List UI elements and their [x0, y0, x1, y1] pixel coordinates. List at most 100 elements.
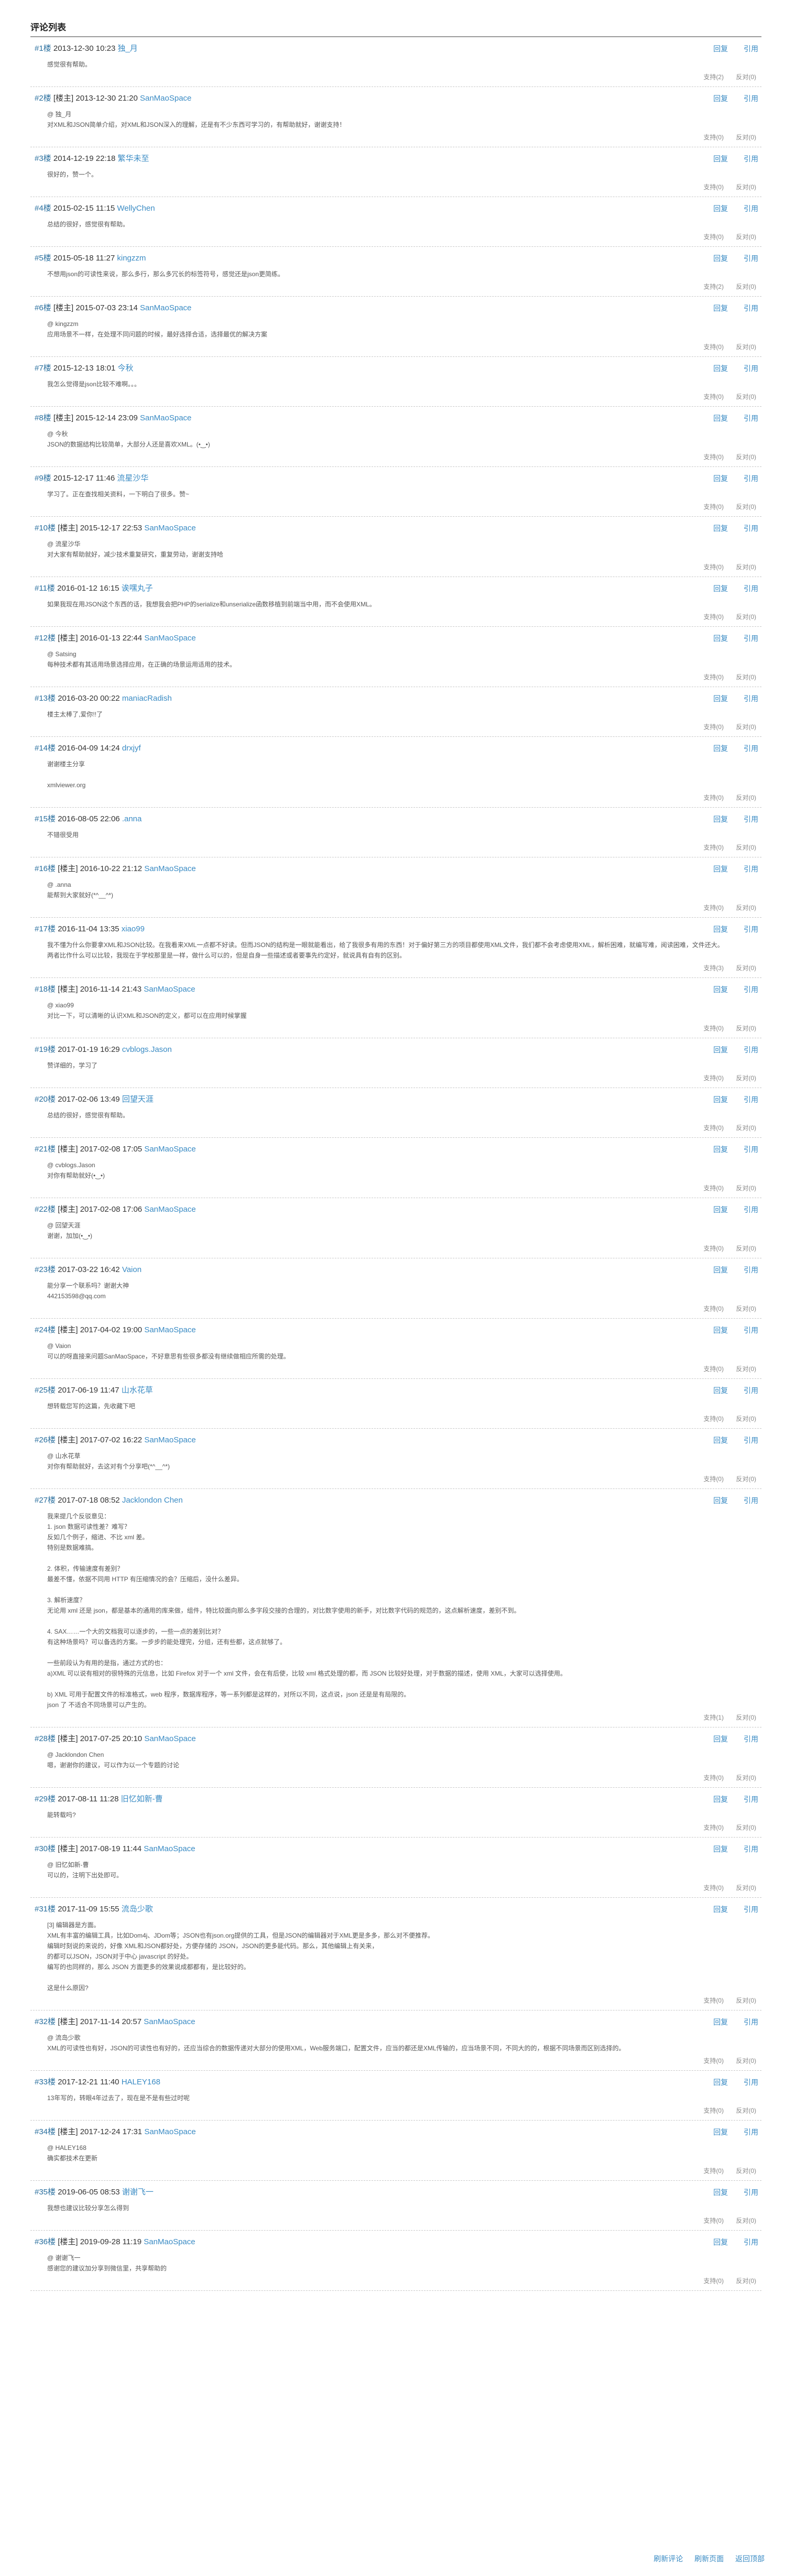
- support-button[interactable]: 支持(0): [703, 673, 724, 681]
- oppose-button[interactable]: 反对(0): [736, 613, 756, 621]
- oppose-button[interactable]: 反对(0): [736, 453, 756, 461]
- oppose-button[interactable]: 反对(0): [736, 2277, 756, 2285]
- oppose-button[interactable]: 反对(0): [736, 503, 756, 510]
- reply-button[interactable]: 回复: [713, 2018, 728, 2026]
- comment-author-link[interactable]: 繁华未至: [117, 154, 149, 163]
- quote-button[interactable]: 引用: [744, 304, 758, 312]
- comment-floor-link[interactable]: #4楼: [35, 204, 51, 213]
- comment-author-link[interactable]: SanMaoSpace: [144, 2127, 195, 2136]
- support-button[interactable]: 支持(0): [703, 1074, 724, 1082]
- quote-button[interactable]: 引用: [744, 1266, 758, 1274]
- comment-floor-link[interactable]: #18楼: [35, 985, 56, 994]
- quote-button[interactable]: 引用: [744, 985, 758, 994]
- oppose-button[interactable]: 反对(0): [736, 1245, 756, 1252]
- oppose-button[interactable]: 反对(0): [736, 2167, 756, 2175]
- support-button[interactable]: 支持(0): [703, 1475, 724, 1483]
- comment-floor-link[interactable]: #34楼: [35, 2127, 56, 2136]
- support-button[interactable]: 支持(0): [703, 2107, 724, 2114]
- oppose-button[interactable]: 反对(0): [736, 134, 756, 141]
- support-button[interactable]: 支持(0): [703, 453, 724, 461]
- comment-author-link[interactable]: SanMaoSpace: [144, 524, 195, 532]
- support-button[interactable]: 支持(0): [703, 563, 724, 571]
- comment-floor-link[interactable]: #24楼: [35, 1325, 56, 1334]
- reply-button[interactable]: 回复: [713, 94, 728, 103]
- comment-floor-link[interactable]: #1楼: [35, 44, 51, 53]
- quote-button[interactable]: 引用: [744, 524, 758, 532]
- oppose-button[interactable]: 反对(0): [736, 1475, 756, 1483]
- support-button[interactable]: 支持(0): [703, 2167, 724, 2175]
- quote-button[interactable]: 引用: [744, 1386, 758, 1395]
- oppose-button[interactable]: 反对(0): [736, 794, 756, 801]
- oppose-button[interactable]: 反对(0): [736, 283, 756, 290]
- support-button[interactable]: 支持(0): [703, 503, 724, 510]
- oppose-button[interactable]: 反对(0): [736, 2057, 756, 2064]
- comment-author-link[interactable]: .anna: [122, 814, 142, 823]
- comment-floor-link[interactable]: #2楼: [35, 94, 51, 103]
- comment-author-link[interactable]: SanMaoSpace: [144, 1436, 195, 1444]
- comment-floor-link[interactable]: #5楼: [35, 254, 51, 263]
- comment-author-link[interactable]: SanMaoSpace: [144, 634, 195, 643]
- comment-author-link[interactable]: Jacklondon Chen: [122, 1496, 183, 1505]
- comment-floor-link[interactable]: #19楼: [35, 1045, 56, 1054]
- quote-button[interactable]: 引用: [744, 1845, 758, 1853]
- reply-button[interactable]: 回复: [713, 1845, 728, 1853]
- quote-button[interactable]: 引用: [744, 634, 758, 643]
- comment-floor-link[interactable]: #31楼: [35, 1905, 56, 1914]
- quote-button[interactable]: 引用: [744, 474, 758, 483]
- oppose-button[interactable]: 反对(0): [736, 1714, 756, 1721]
- quote-button[interactable]: 引用: [744, 584, 758, 593]
- support-button[interactable]: 支持(0): [703, 2057, 724, 2064]
- support-button[interactable]: 支持(0): [703, 723, 724, 731]
- quote-button[interactable]: 引用: [744, 2018, 758, 2026]
- comment-floor-link[interactable]: #20楼: [35, 1095, 56, 1104]
- comment-author-link[interactable]: SanMaoSpace: [144, 2017, 195, 2026]
- oppose-button[interactable]: 反对(0): [736, 673, 756, 681]
- comment-author-link[interactable]: 回望天涯: [122, 1095, 154, 1104]
- oppose-button[interactable]: 反对(0): [736, 844, 756, 851]
- reply-button[interactable]: 回复: [713, 304, 728, 312]
- comment-floor-link[interactable]: #9楼: [35, 474, 51, 483]
- reply-button[interactable]: 回复: [713, 1735, 728, 1743]
- reply-button[interactable]: 回复: [713, 925, 728, 933]
- comment-floor-link[interactable]: #29楼: [35, 1795, 56, 1803]
- comment-floor-link[interactable]: #30楼: [35, 1844, 56, 1853]
- comment-author-link[interactable]: SanMaoSpace: [144, 1325, 195, 1334]
- comment-author-link[interactable]: SanMaoSpace: [144, 1734, 195, 1743]
- oppose-button[interactable]: 反对(0): [736, 1884, 756, 1892]
- comment-floor-link[interactable]: #12楼: [35, 634, 56, 643]
- quote-button[interactable]: 引用: [744, 744, 758, 753]
- reply-button[interactable]: 回复: [713, 254, 728, 263]
- comment-floor-link[interactable]: #10楼: [35, 524, 56, 532]
- reply-button[interactable]: 回复: [713, 45, 728, 53]
- quote-button[interactable]: 引用: [744, 155, 758, 163]
- reply-button[interactable]: 回复: [713, 744, 728, 753]
- support-button[interactable]: 支持(3): [703, 964, 724, 972]
- oppose-button[interactable]: 反对(0): [736, 183, 756, 191]
- quote-button[interactable]: 引用: [744, 364, 758, 373]
- comment-author-link[interactable]: cvblogs.Jason: [122, 1045, 172, 1054]
- quote-button[interactable]: 引用: [744, 1496, 758, 1505]
- comment-author-link[interactable]: 诶嘿丸子: [122, 584, 153, 593]
- comment-author-link[interactable]: 旧忆如新-曹: [121, 1795, 163, 1803]
- oppose-button[interactable]: 反对(0): [736, 2217, 756, 2224]
- comment-author-link[interactable]: 谢谢飞一: [122, 2188, 154, 2197]
- support-button[interactable]: 支持(0): [703, 1025, 724, 1032]
- comment-author-link[interactable]: SanMaoSpace: [144, 1145, 195, 1154]
- oppose-button[interactable]: 反对(0): [736, 233, 756, 241]
- oppose-button[interactable]: 反对(0): [736, 1365, 756, 1373]
- quote-button[interactable]: 引用: [744, 45, 758, 53]
- support-button[interactable]: 支持(0): [703, 1184, 724, 1192]
- comment-author-link[interactable]: WellyChen: [117, 204, 155, 213]
- comment-floor-link[interactable]: #17楼: [35, 925, 56, 933]
- oppose-button[interactable]: 反对(0): [736, 73, 756, 81]
- reply-button[interactable]: 回复: [713, 815, 728, 823]
- comment-author-link[interactable]: 今秋: [117, 364, 133, 373]
- oppose-button[interactable]: 反对(0): [736, 563, 756, 571]
- quote-button[interactable]: 引用: [744, 925, 758, 933]
- support-button[interactable]: 支持(0): [703, 1245, 724, 1252]
- support-button[interactable]: 支持(0): [703, 1997, 724, 2004]
- reply-button[interactable]: 回复: [713, 1386, 728, 1395]
- comment-author-link[interactable]: 山水花草: [122, 1386, 153, 1395]
- comment-floor-link[interactable]: #35楼: [35, 2188, 56, 2197]
- comment-floor-link[interactable]: #8楼: [35, 414, 51, 422]
